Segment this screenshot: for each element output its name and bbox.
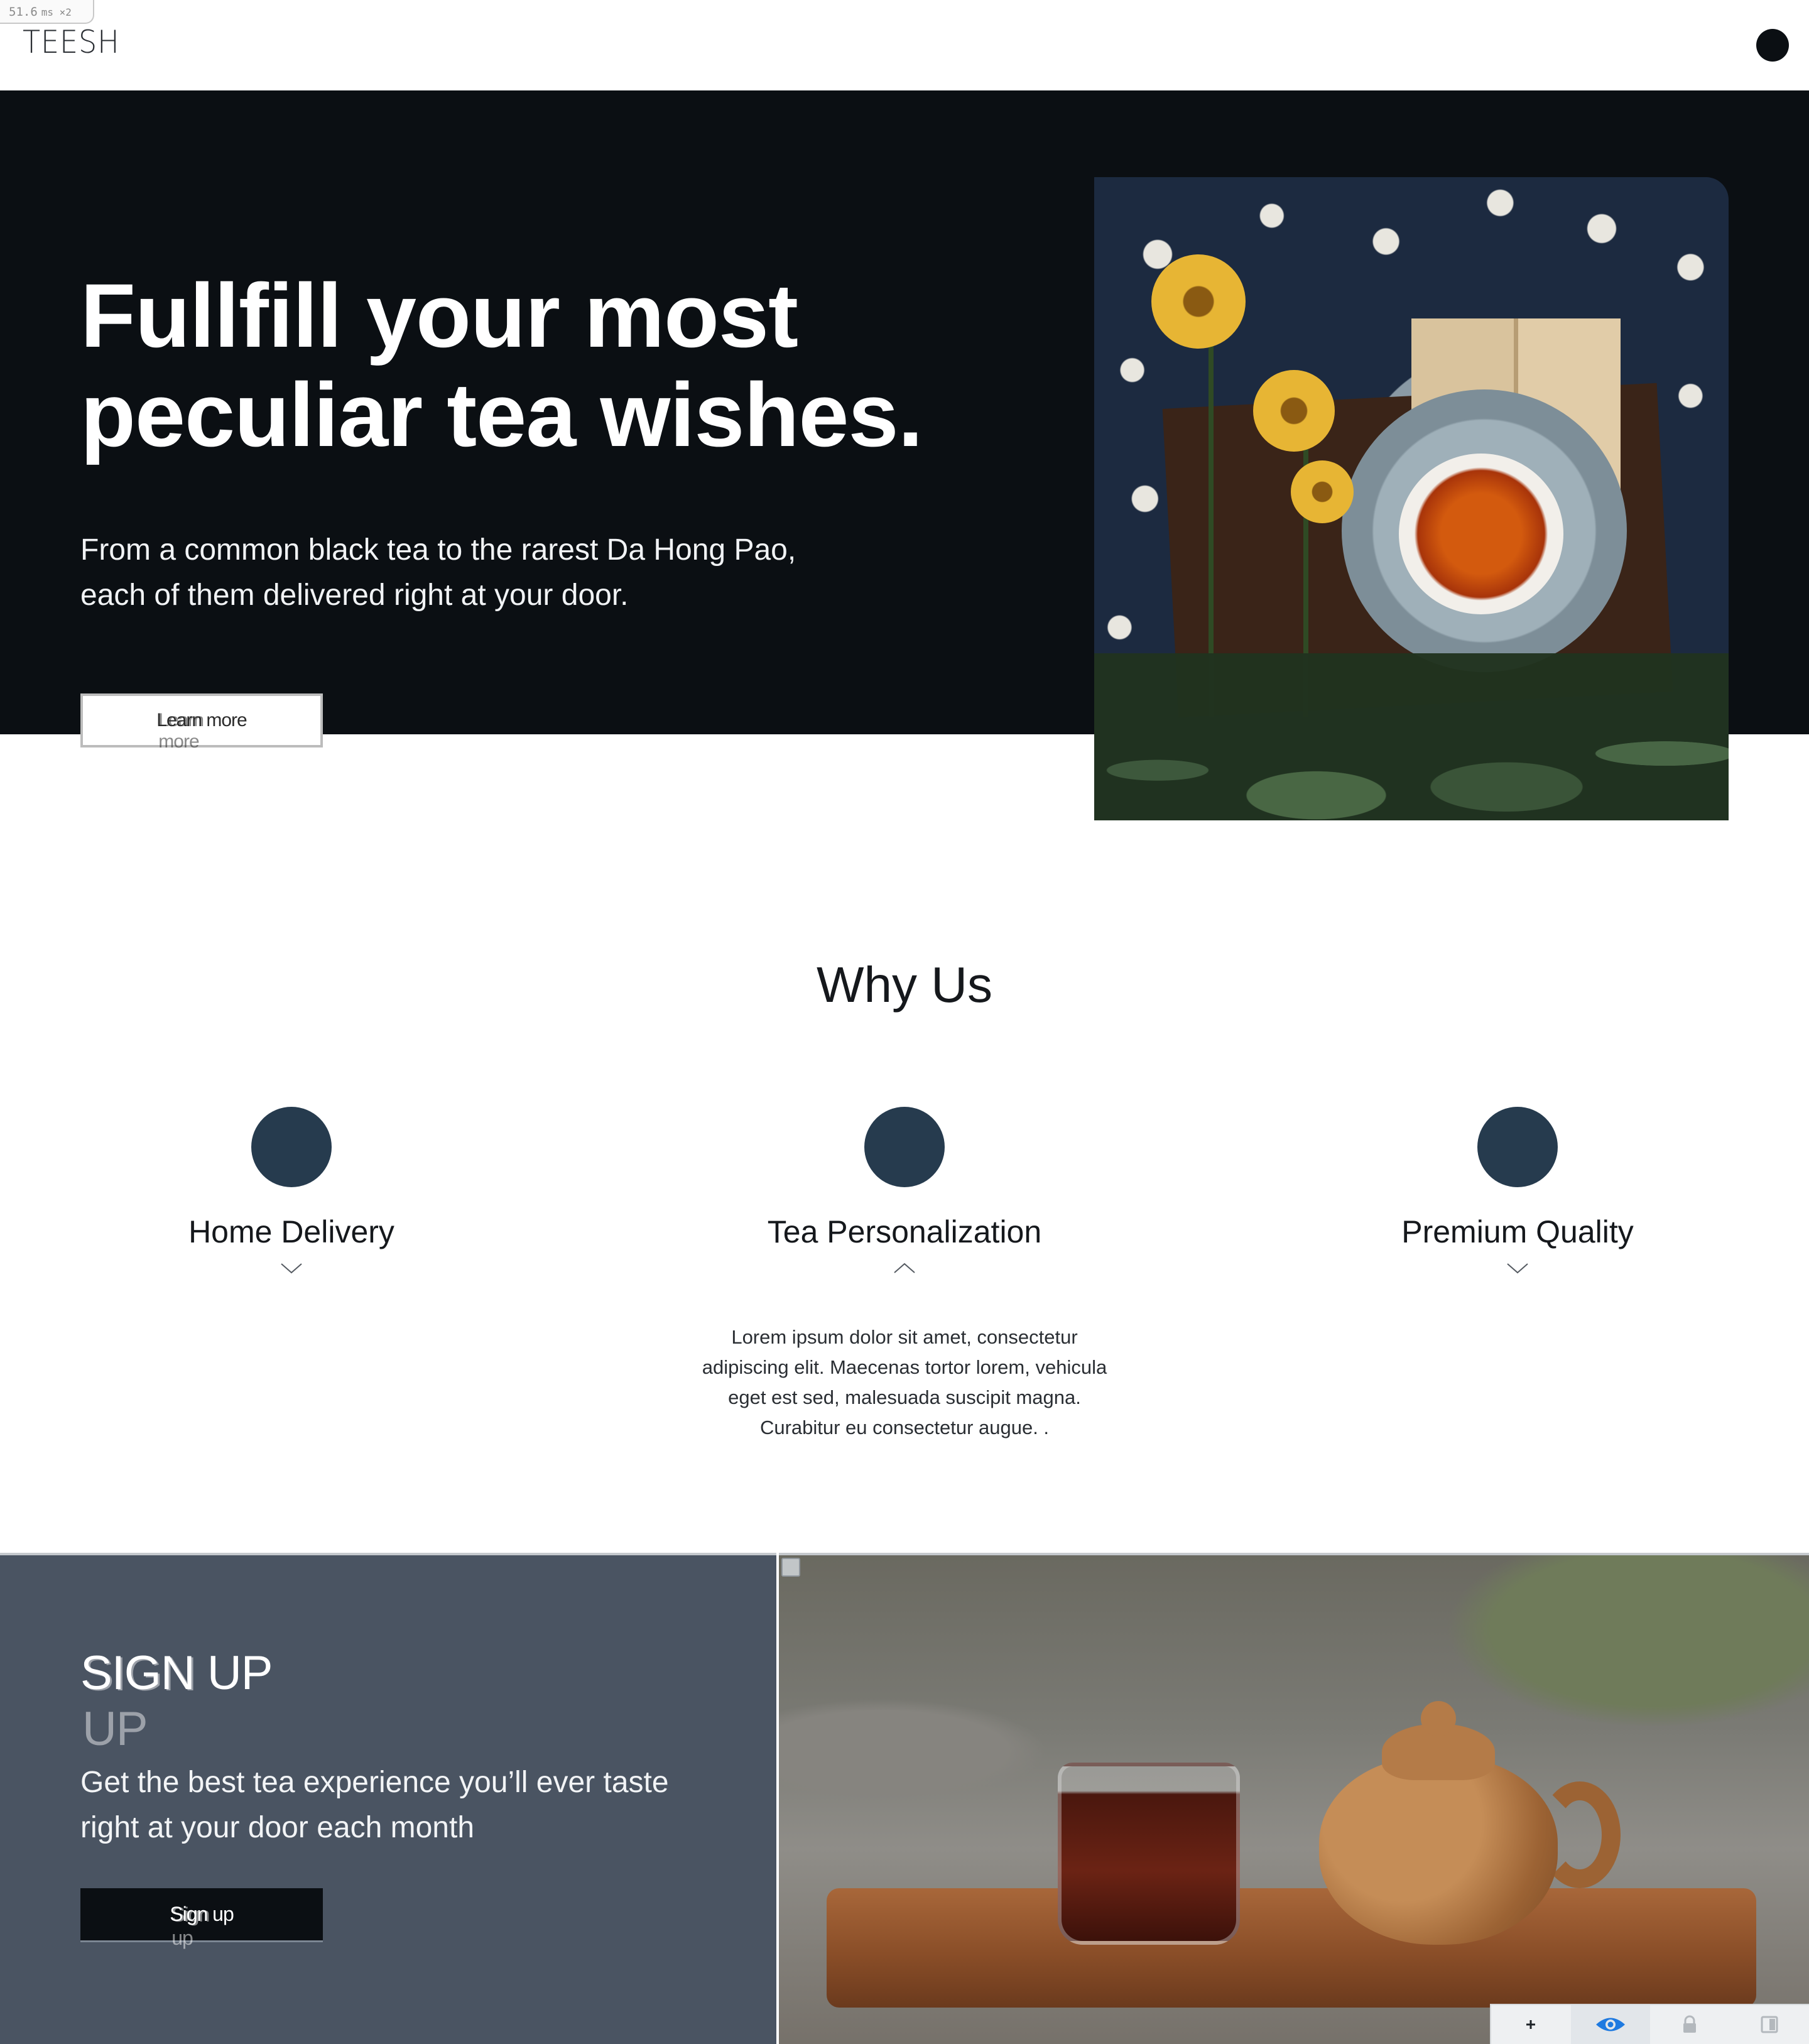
learn-more-button[interactable]: Learn more [80, 693, 323, 753]
why-us-title: Why Us [817, 957, 992, 1013]
tea-cup [1398, 454, 1564, 615]
feature-home-delivery[interactable]: Home Delivery [65, 1107, 518, 1281]
lock-icon[interactable] [1650, 2005, 1730, 2044]
feature-icon [251, 1107, 332, 1187]
hero-tea-image [1094, 177, 1729, 820]
wooden-tray [827, 1888, 1756, 2008]
greenery [1094, 653, 1729, 820]
plus-icon[interactable] [1491, 2005, 1571, 2044]
circle-menu-icon[interactable] [1756, 29, 1789, 62]
feature-premium-quality[interactable]: Premium Quality [1291, 1107, 1744, 1281]
teapot-knob [1421, 1701, 1456, 1736]
signup-section: SIGN UP Get the best tea experience you’… [0, 1553, 776, 2044]
eye-icon[interactable] [1570, 2005, 1650, 2044]
feature-label: Premium Quality [1401, 1214, 1634, 1249]
chevron-down-icon[interactable] [279, 1259, 304, 1278]
hero-title: Fullfill your most peculiar tea wishes. [80, 265, 923, 465]
sunflower [1151, 254, 1246, 349]
chevron-up-icon[interactable] [892, 1259, 917, 1278]
feature-icon [1477, 1107, 1558, 1187]
signup-title: SIGN UP [80, 1646, 273, 1756]
signup-text: Get the best tea experience you’ll ever … [80, 1766, 669, 1844]
perf-value: 51.6 [9, 5, 38, 19]
feature-icon [864, 1107, 945, 1187]
chevron-down-icon[interactable] [1505, 1259, 1530, 1278]
learn-more-label: Learn more [156, 710, 247, 753]
top-bar: TEESH [0, 0, 1809, 90]
feature-label: Home Delivery [188, 1214, 394, 1249]
feature-description: Lorem ipsum dolor sit amet, consectetur … [702, 1326, 1107, 1438]
floating-toolbar [1490, 2004, 1809, 2044]
perf-unit: ms ×2 [41, 6, 72, 18]
feature-tea-personalization[interactable]: Tea Personalization Lorem ipsum dolor si… [678, 1107, 1131, 1443]
teapot [1319, 1756, 1558, 1945]
logo[interactable]: TEESH [23, 24, 120, 60]
sunflower [1252, 370, 1335, 452]
sunflower [1291, 460, 1354, 523]
tea-glass [1058, 1763, 1240, 1945]
panel-icon[interactable] [1730, 2005, 1809, 2044]
tea-set-image [779, 1553, 1809, 2044]
broken-image-icon [781, 1558, 800, 1577]
perf-badge: 51.6 ms ×2 [0, 0, 94, 24]
hero-subtitle: From a common black tea to the rarest Da… [80, 533, 796, 612]
feature-label: Tea Personalization [767, 1214, 1042, 1249]
sign-up-button[interactable]: Sign up [80, 1888, 323, 1950]
sign-up-label: Sign up [170, 1903, 234, 1950]
